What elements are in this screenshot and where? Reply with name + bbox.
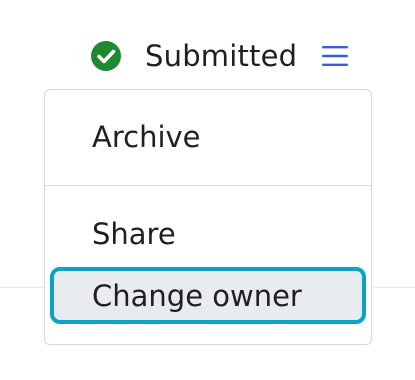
menu-item-archive[interactable]: Archive <box>45 106 371 168</box>
menu-divider <box>45 185 371 186</box>
hamburger-menu-icon[interactable] <box>319 40 351 72</box>
menu-item-share[interactable]: Share <box>45 204 371 264</box>
check-circle-icon <box>90 40 122 72</box>
menu-item-label: Share <box>92 217 176 251</box>
status-bar: Submitted <box>90 36 351 76</box>
status-label: Submitted <box>145 39 298 73</box>
menu-item-change-owner[interactable]: Change owner <box>50 267 366 324</box>
menu-item-label: Change owner <box>92 278 302 313</box>
page: Submitted Archive Share Change owner <box>0 0 415 380</box>
actions-dropdown-menu: Archive Share Change owner <box>44 89 372 345</box>
menu-item-label: Archive <box>92 120 201 154</box>
background-divider <box>373 287 415 288</box>
background-divider <box>0 287 44 288</box>
